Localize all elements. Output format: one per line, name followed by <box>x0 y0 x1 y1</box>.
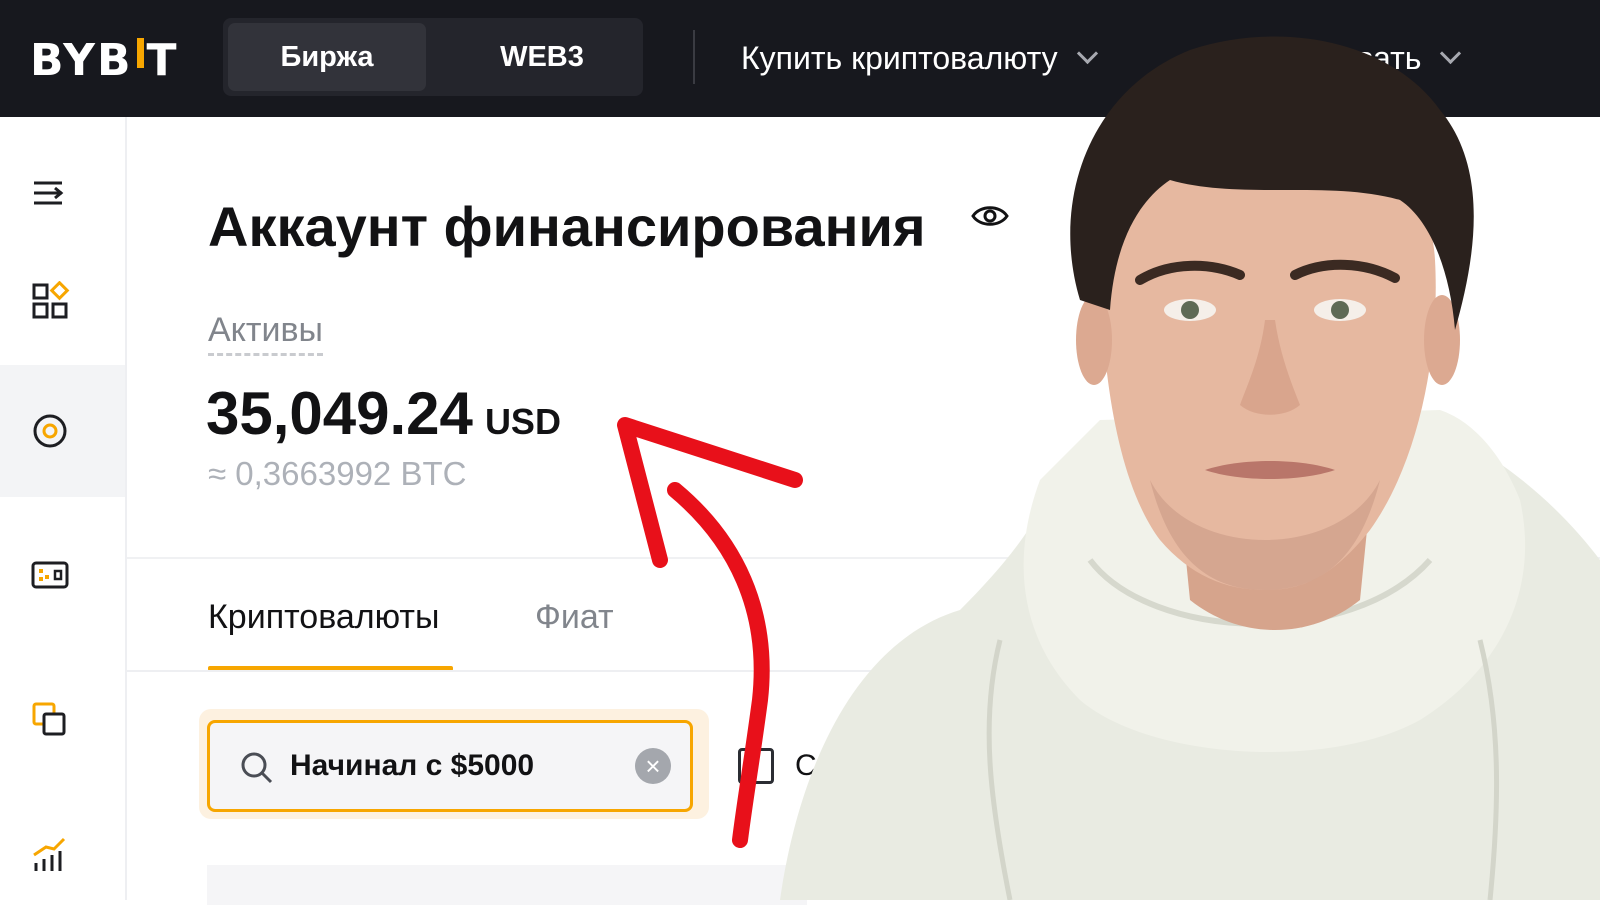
annotation-arrow <box>617 417 803 848</box>
